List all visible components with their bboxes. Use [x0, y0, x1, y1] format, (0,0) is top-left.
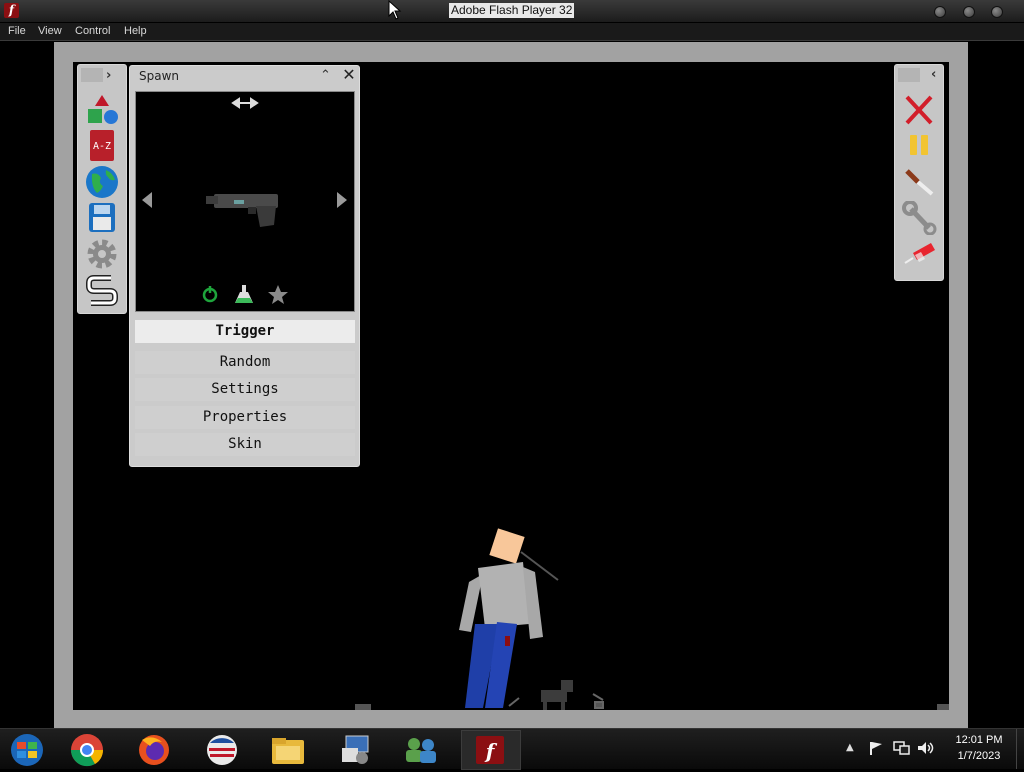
syringe-icon[interactable] [901, 237, 937, 271]
horizontal-resize-icon [231, 97, 259, 109]
item-preview [135, 91, 355, 312]
windows-start-icon[interactable] [0, 730, 58, 768]
clock-time: 12:01 PM [955, 734, 1003, 746]
volume-icon[interactable] [916, 740, 934, 756]
minimize-button[interactable] [934, 6, 946, 18]
right-toolbar: ‹ [894, 64, 944, 281]
menu-file[interactable]: File [8, 25, 26, 37]
menu-view[interactable]: View [38, 25, 62, 37]
flask-icon [235, 285, 253, 303]
flag-icon[interactable] [868, 740, 884, 756]
right-toolbar-handle[interactable] [898, 68, 920, 82]
show-desktop-button[interactable] [1016, 729, 1024, 769]
taskbar: f ▲ 12:01 PM 1/7/2023 [0, 728, 1024, 770]
gear-icon[interactable] [84, 237, 120, 271]
character-torso [478, 562, 529, 628]
knife-icon[interactable] [901, 165, 937, 199]
firefox-icon[interactable] [124, 730, 182, 768]
left-toolbar-handle[interactable] [81, 68, 103, 82]
prev-arrow-icon [142, 192, 152, 208]
svg-text:A-Z: A-Z [93, 141, 111, 152]
chrome-icon[interactable] [58, 730, 116, 768]
close-x-icon[interactable] [901, 93, 937, 127]
spawn-panel: Spawn ⌃ ✕ Trigger Random Settings Proper… [129, 65, 360, 467]
save-disk-icon[interactable] [84, 201, 120, 235]
control-panel-icon[interactable] [326, 730, 384, 768]
obs-style-icon[interactable] [192, 730, 250, 768]
window-title: Adobe Flash Player 32 [449, 3, 575, 18]
power-icon [202, 286, 218, 303]
menu-trigger-button[interactable]: Trigger [135, 320, 355, 343]
menu-help[interactable]: Help [124, 25, 147, 37]
expand-chevron-icon[interactable]: › [106, 68, 111, 83]
pause-icon[interactable] [901, 129, 937, 163]
menu-bar: File View Control Help [0, 23, 1024, 41]
flash-app-icon[interactable]: f [4, 3, 19, 18]
globe-icon[interactable] [84, 165, 120, 199]
collapse-chevron-icon[interactable]: ‹ [931, 67, 936, 82]
system-clock[interactable]: 12:01 PM 1/7/2023 [944, 732, 1014, 764]
floor-marker-left [355, 704, 371, 710]
pistol-icon [206, 194, 278, 227]
star-icon [268, 285, 288, 304]
character-head [489, 528, 525, 564]
network-icon[interactable] [892, 740, 910, 756]
wrench-icon[interactable] [901, 200, 937, 236]
window-titlebar: f Adobe Flash Player 32 [0, 0, 1024, 23]
spawn-panel-title: Spawn [139, 69, 180, 83]
menu-skin-button[interactable]: Skin [135, 433, 355, 456]
chevron-up-icon[interactable]: ⌃ [320, 68, 331, 83]
tray-expand-icon[interactable]: ▲ [846, 742, 854, 753]
mouse-cursor-icon [388, 0, 402, 20]
menu-random-button[interactable]: Random [135, 351, 355, 374]
floor-marker-right [937, 704, 949, 710]
close-icon[interactable]: ✕ [341, 66, 357, 84]
s-logo-icon[interactable] [84, 273, 120, 307]
menu-control[interactable]: Control [75, 25, 110, 37]
close-button[interactable] [991, 6, 1003, 18]
character-arm-left [459, 574, 483, 632]
menu-properties-button[interactable]: Properties [135, 406, 355, 429]
menu-settings-button[interactable]: Settings [135, 378, 355, 401]
maximize-button[interactable] [963, 6, 975, 18]
file-explorer-icon[interactable] [258, 730, 316, 768]
spawn-shapes-icon[interactable] [84, 93, 120, 127]
left-toolbar: › A-Z [77, 64, 127, 314]
next-arrow-icon [337, 192, 347, 208]
clock-date: 1/7/2023 [957, 750, 1001, 762]
flash-player-icon[interactable]: f [461, 730, 521, 770]
users-icon[interactable] [392, 730, 450, 768]
dog-sprite [541, 680, 573, 710]
a-z-catalog-icon[interactable]: A-Z [84, 129, 120, 163]
